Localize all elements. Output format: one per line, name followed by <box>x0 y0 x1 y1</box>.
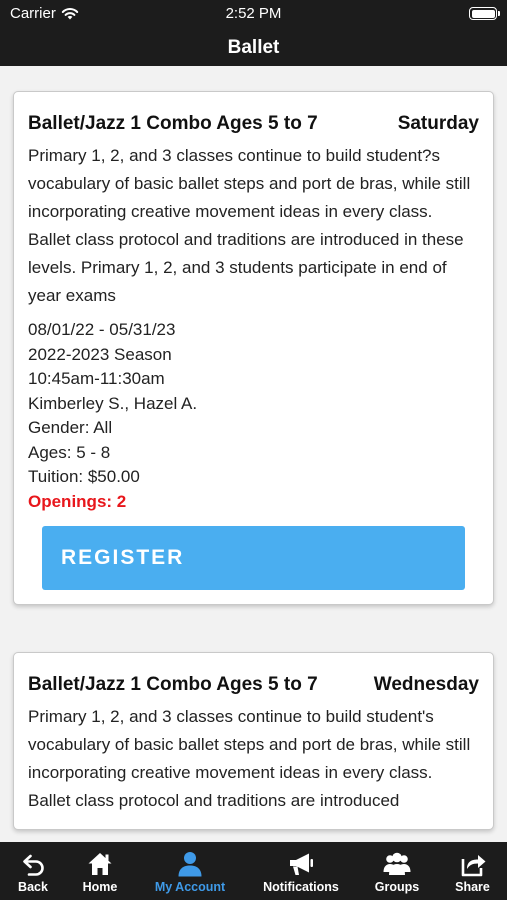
class-description: Primary 1, 2, and 3 classes continue to … <box>28 146 471 305</box>
status-time: 2:52 PM <box>225 5 282 22</box>
class-tuition: Tuition: $50.00 <box>28 467 140 486</box>
tab-share[interactable]: Share <box>438 842 507 900</box>
class-dates: 08/01/22 - 05/31/23 <box>28 320 176 339</box>
class-day: Wednesday <box>373 674 479 695</box>
tab-groups[interactable]: Groups <box>356 842 438 900</box>
class-gender: Gender: All <box>28 418 113 437</box>
tab-my-account[interactable]: My Account <box>134 842 246 900</box>
share-icon <box>461 855 485 877</box>
class-card: Ballet/Jazz 1 Combo Ages 5 to 7 Wednesda… <box>13 652 494 830</box>
class-day: Saturday <box>397 113 479 134</box>
tab-notifications[interactable]: Notifications <box>246 842 356 900</box>
tab-my-account-label: My Account <box>154 880 226 894</box>
nav-bar: Ballet <box>0 28 507 66</box>
class-card: Ballet/Jazz 1 Combo Ages 5 to 7 Saturday… <box>13 91 494 605</box>
home-icon <box>88 853 112 875</box>
group-icon <box>383 852 411 875</box>
register-button[interactable]: REGISTER <box>42 526 465 590</box>
class-description: Primary 1, 2, and 3 classes continue to … <box>28 707 471 810</box>
class-season: 2022-2023 Season <box>28 344 172 364</box>
tab-share-label: Share <box>455 880 490 894</box>
class-details: 08/01/22 - 05/31/23 2022-2023 Season 10:… <box>28 318 479 514</box>
tab-home[interactable]: Home <box>66 842 134 900</box>
tab-bar: Back Home My Account Notifications Group… <box>0 842 507 900</box>
class-instructors: Kimberley S., Hazel A. <box>28 393 198 413</box>
class-title: Ballet/Jazz 1 Combo Ages 5 to 7 <box>28 113 318 134</box>
class-ages: Ages: 5 - 8 <box>28 442 111 462</box>
back-arrow-icon <box>23 854 44 876</box>
tab-back-label: Back <box>18 880 48 894</box>
class-time: 10:45am-11:30am <box>28 369 165 388</box>
tab-back[interactable]: Back <box>0 842 66 900</box>
tab-notifications-label: Notifications <box>263 880 339 894</box>
page-title: Ballet <box>227 37 280 58</box>
megaphone-icon <box>290 853 313 875</box>
battery-icon <box>469 7 500 20</box>
person-icon <box>178 852 202 877</box>
tab-home-label: Home <box>82 880 118 894</box>
class-list[interactable]: Ballet/Jazz 1 Combo Ages 5 to 7 Saturday… <box>0 66 507 842</box>
class-openings: Openings: 2 <box>28 491 127 511</box>
status-bar: Carrier 2:52 PM <box>0 0 507 28</box>
class-title: Ballet/Jazz 1 Combo Ages 5 to 7 <box>28 674 318 695</box>
tab-groups-label: Groups <box>374 880 420 894</box>
